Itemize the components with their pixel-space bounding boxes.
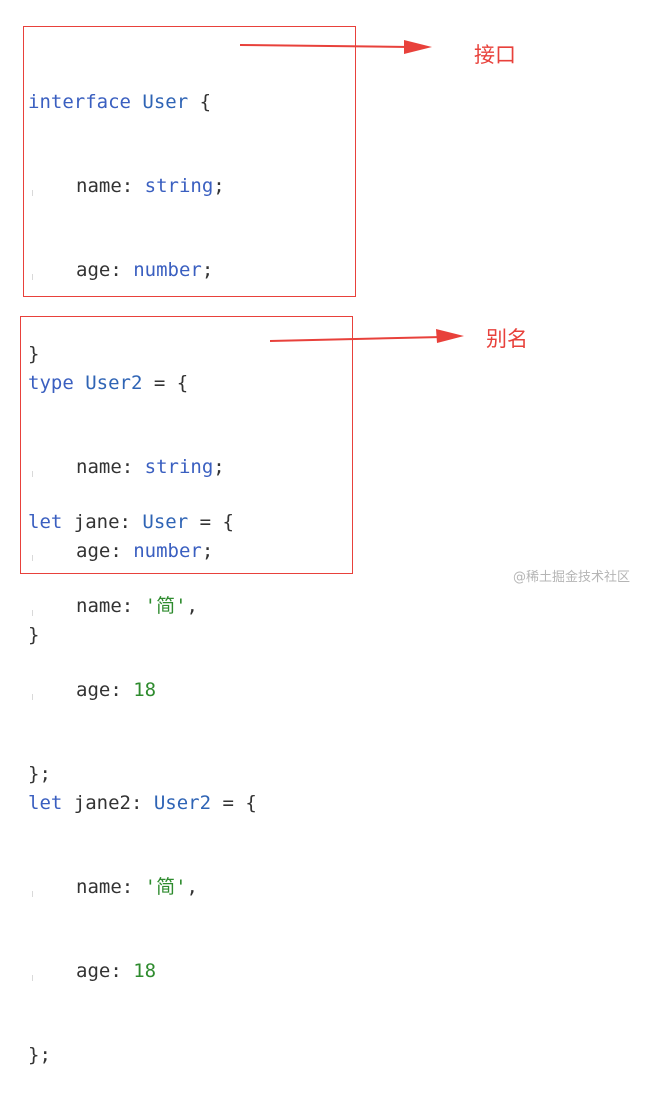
code-line: }; [28,1041,257,1069]
punctuation: , [186,876,198,898]
arrow-to-interface-label [239,40,432,54]
property-key: age: [76,960,122,982]
punctuation: }; [28,1044,51,1066]
punctuation: = { [211,792,257,814]
annotation-arrows [239,40,464,343]
watermark: @稀土掘金技术社区 [513,570,631,585]
code-line: name: '简', [28,873,257,901]
code-line: } [28,621,257,649]
type-name: User2 [142,792,212,814]
keyword: let [28,792,63,814]
variable-name: jane2: [62,792,143,814]
number-value: 18 [121,960,157,982]
alias-label: 别名 [486,327,528,351]
arrow-to-alias-label [269,329,464,343]
string-value: '简' [133,876,187,898]
property-key: name: [76,876,134,898]
interface-label: 接口 [474,43,516,67]
code-line: age: 18 [28,957,257,985]
punctuation: } [28,624,40,646]
code-line: let jane2: User2 = { [28,789,257,817]
